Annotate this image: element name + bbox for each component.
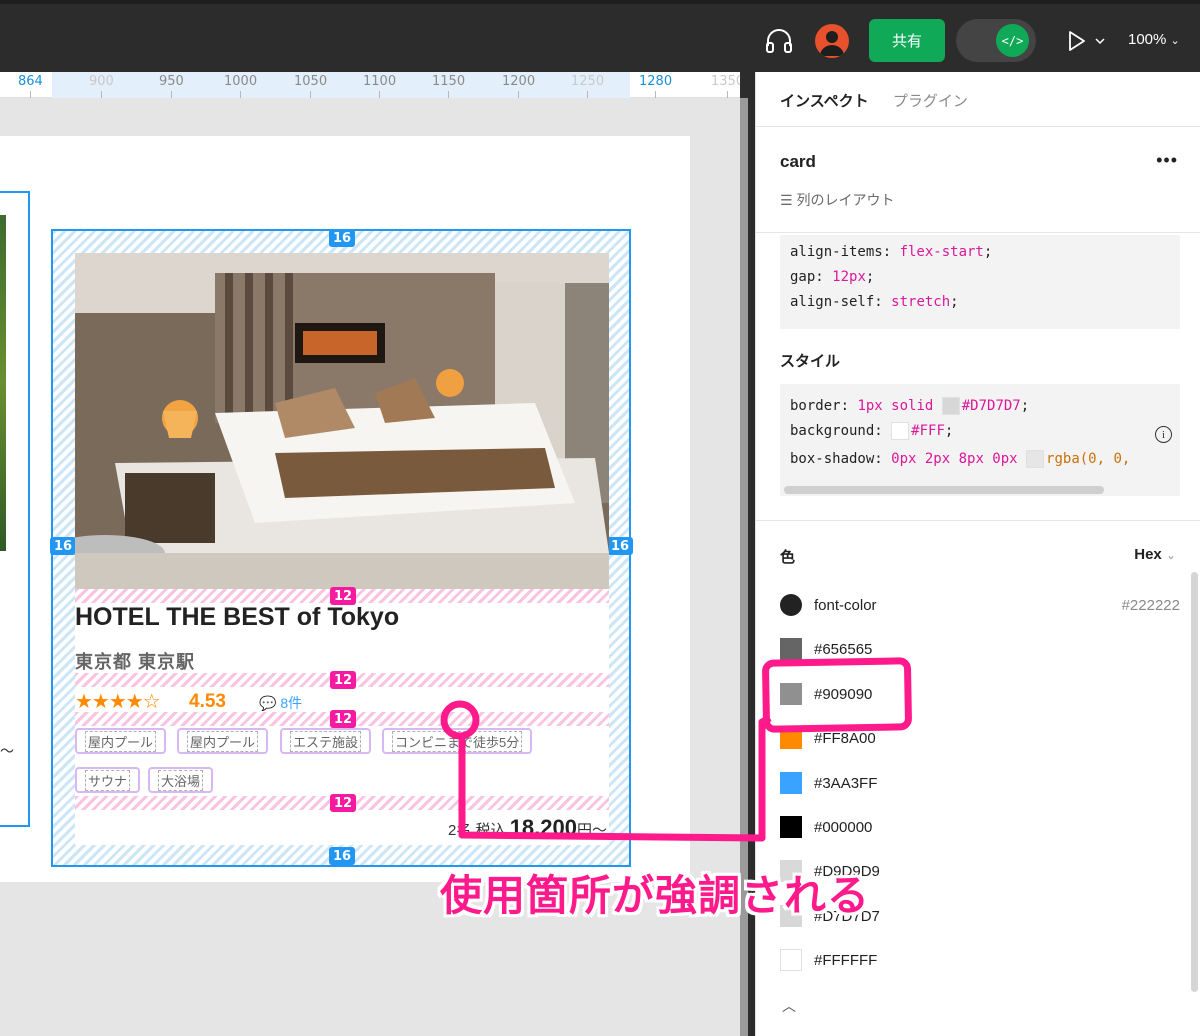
annotation-label: 使用箇所が強調される (440, 872, 871, 919)
